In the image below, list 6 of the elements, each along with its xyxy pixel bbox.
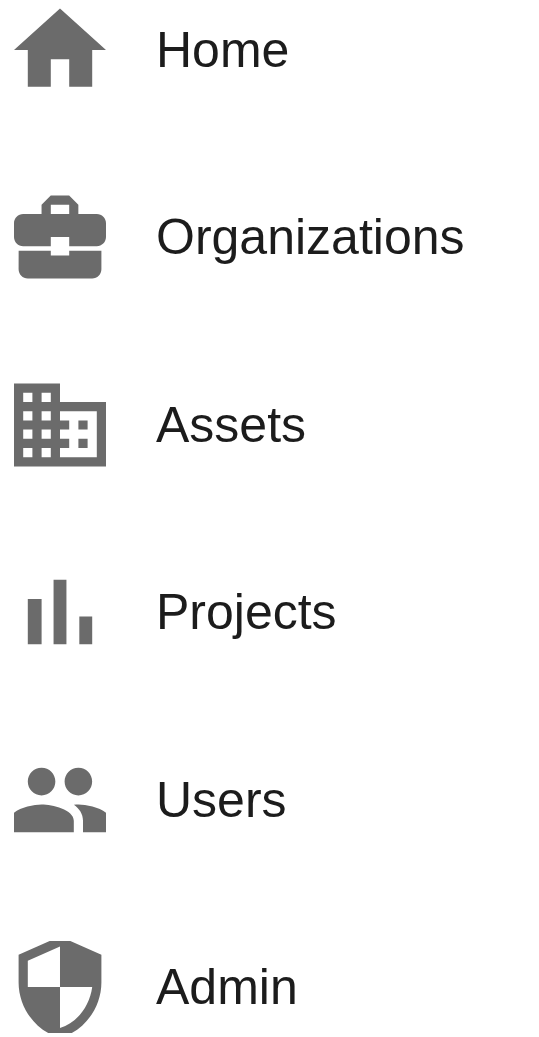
nav-link[interactable]: Assets	[156, 399, 307, 450]
nav-link[interactable]: Projects	[156, 587, 337, 638]
nav-link[interactable]: Home	[156, 24, 290, 75]
nav-link[interactable]: Admin	[156, 962, 298, 1013]
nav-link[interactable]: Users	[156, 774, 287, 825]
nav-link[interactable]: Organizations	[156, 212, 465, 263]
